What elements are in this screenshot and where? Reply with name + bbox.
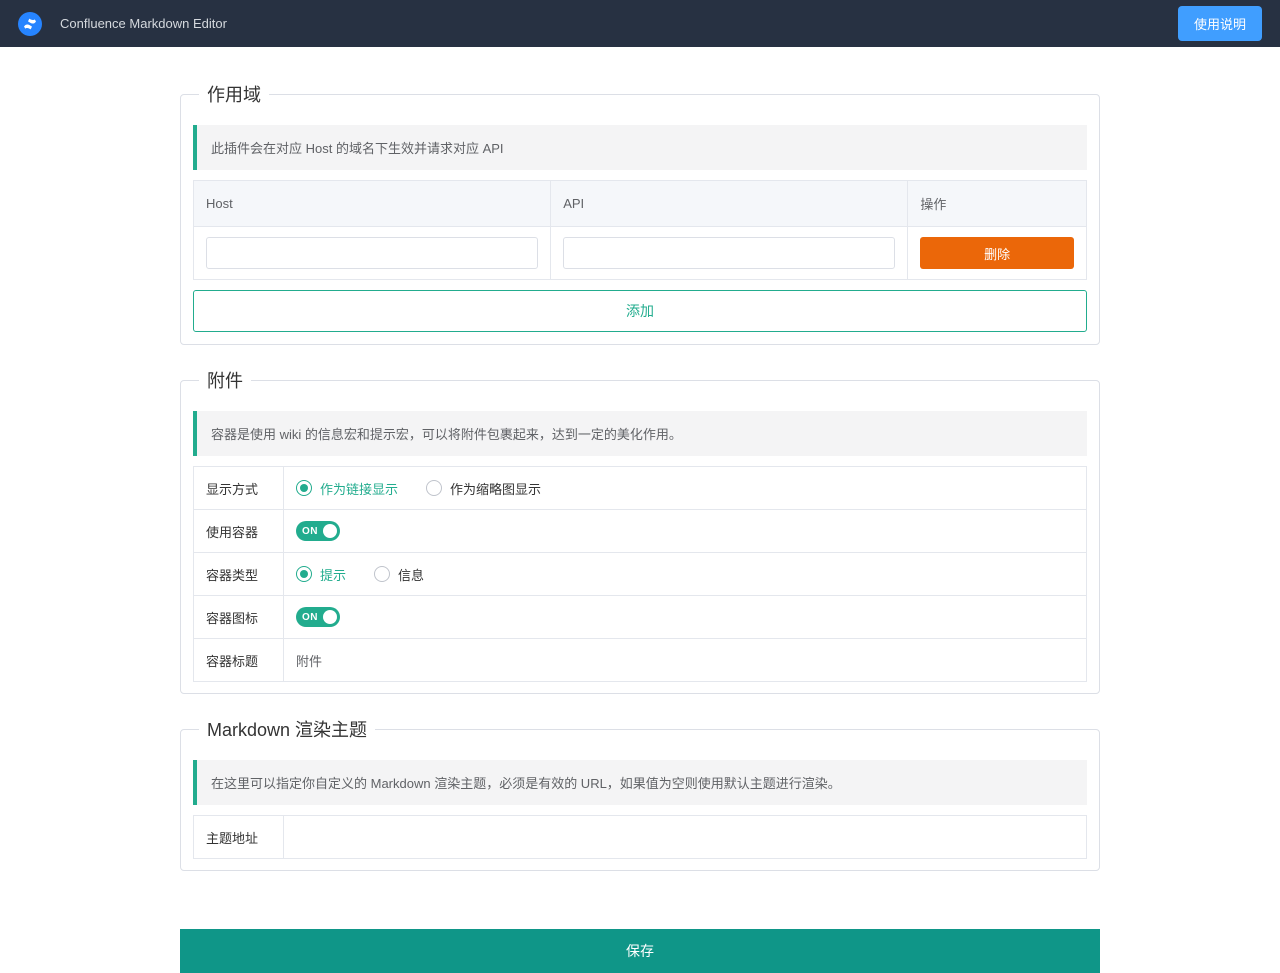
radio-info[interactable]: 信息 xyxy=(374,565,424,584)
scope-tip: 此插件会在对应 Host 的域名下生效并请求对应 API xyxy=(193,125,1087,170)
switch-container-icon[interactable]: ON xyxy=(296,607,340,627)
radio-thumbnail[interactable]: 作为缩略图显示 xyxy=(426,479,541,498)
api-input[interactable] xyxy=(563,237,895,269)
label-container-icon: 容器图标 xyxy=(194,596,284,638)
label-use-container: 使用容器 xyxy=(194,510,284,552)
scope-section: 作用域 此插件会在对应 Host 的域名下生效并请求对应 API Host AP… xyxy=(180,81,1100,345)
radio-icon xyxy=(426,480,442,496)
col-api: API xyxy=(551,181,908,227)
theme-legend: Markdown 渲染主题 xyxy=(199,716,375,742)
label-container-title: 容器标题 xyxy=(194,639,284,681)
col-action: 操作 xyxy=(908,181,1087,227)
header: Confluence Markdown Editor 使用说明 xyxy=(0,0,1280,47)
radio-tip[interactable]: 提示 xyxy=(296,565,346,584)
radio-link[interactable]: 作为链接显示 xyxy=(296,479,398,498)
add-button[interactable]: 添加 xyxy=(193,290,1087,332)
scope-legend: 作用域 xyxy=(199,81,269,107)
theme-tip: 在这里可以指定你自定义的 Markdown 渲染主题，必须是有效的 URL，如果… xyxy=(193,760,1087,805)
attach-tip: 容器是使用 wiki 的信息宏和提示宏，可以将附件包裹起来，达到一定的美化作用。 xyxy=(193,411,1087,456)
label-display-mode: 显示方式 xyxy=(194,467,284,509)
attach-legend: 附件 xyxy=(199,367,251,393)
delete-button[interactable]: 删除 xyxy=(920,237,1074,269)
col-host: Host xyxy=(194,181,551,227)
help-button[interactable]: 使用说明 xyxy=(1178,6,1262,41)
attach-section: 附件 容器是使用 wiki 的信息宏和提示宏，可以将附件包裹起来，达到一定的美化… xyxy=(180,367,1100,694)
table-row: 删除 xyxy=(194,227,1087,280)
radio-icon xyxy=(296,480,312,496)
container-title-input[interactable] xyxy=(296,645,1074,675)
theme-section: Markdown 渲染主题 在这里可以指定你自定义的 Markdown 渲染主题… xyxy=(180,716,1100,871)
app-title: Confluence Markdown Editor xyxy=(60,16,227,31)
theme-url-input[interactable] xyxy=(296,822,1074,852)
label-theme-url: 主题地址 xyxy=(194,816,284,858)
radio-icon xyxy=(374,566,390,582)
radio-icon xyxy=(296,566,312,582)
label-container-type: 容器类型 xyxy=(194,553,284,595)
logo-icon xyxy=(18,12,42,36)
save-button[interactable]: 保存 xyxy=(180,929,1100,973)
switch-use-container[interactable]: ON xyxy=(296,521,340,541)
host-input[interactable] xyxy=(206,237,538,269)
